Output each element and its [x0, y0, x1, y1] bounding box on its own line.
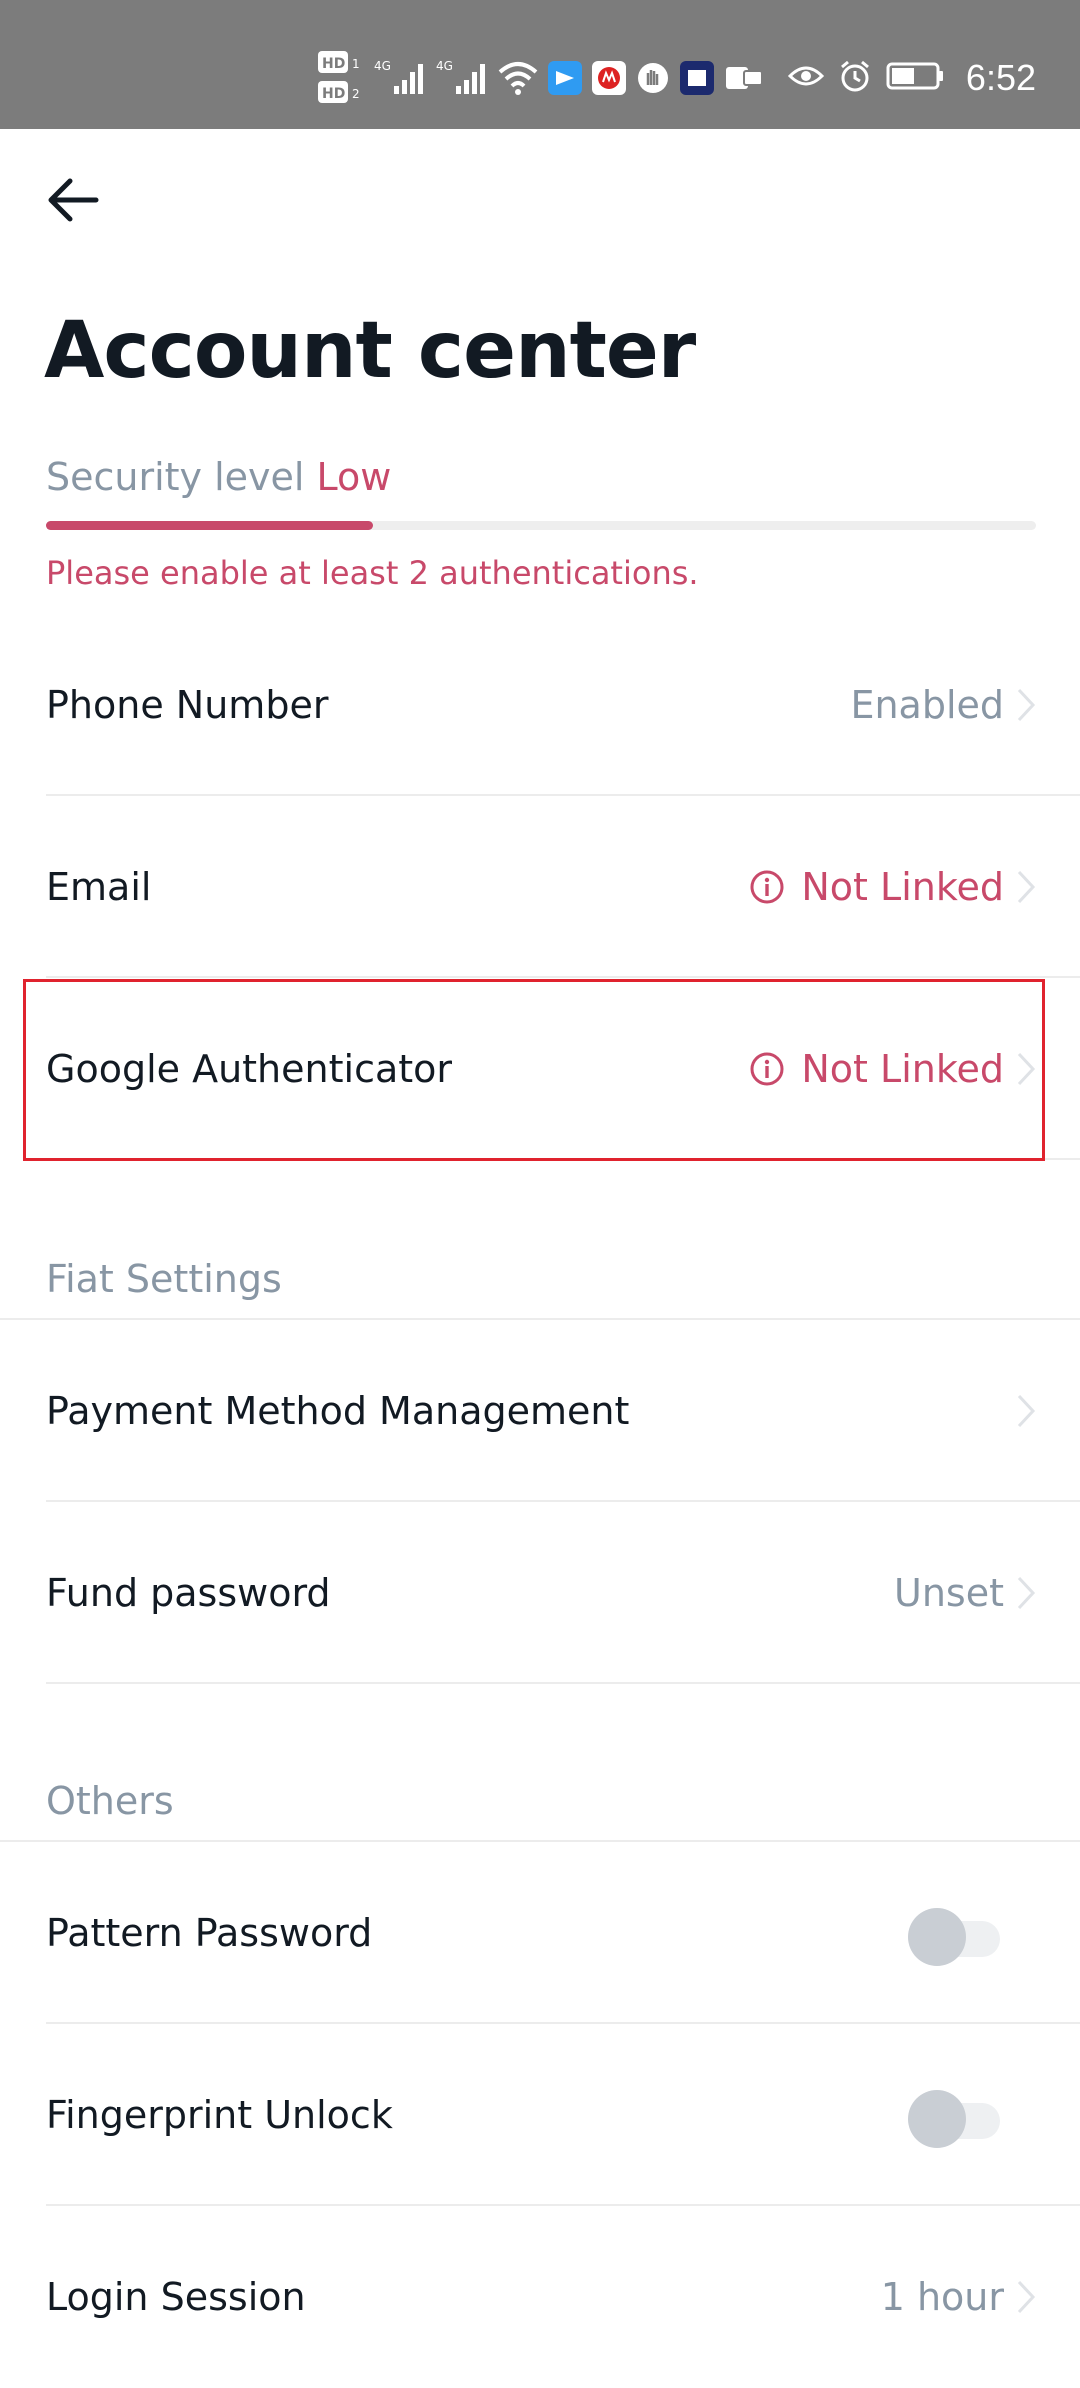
- alarm-icon: [838, 59, 872, 97]
- security-level-value: Low: [316, 455, 392, 499]
- row-right: Enabled: [850, 683, 1036, 727]
- row-label: Login Session: [46, 2275, 306, 2319]
- app-notification-icon: [724, 61, 764, 95]
- row-right: Unset: [894, 1571, 1036, 1615]
- row-login-session[interactable]: Login Session 1 hour: [0, 2206, 1080, 2388]
- status-right: 6:52: [787, 48, 1036, 108]
- svg-text:4G: 4G: [374, 59, 391, 73]
- app-notification-icon: [592, 61, 626, 95]
- divider: [46, 1158, 1080, 1160]
- google-auth-status: Not Linked: [801, 1047, 1004, 1091]
- svg-text:4G: 4G: [436, 59, 453, 73]
- toggle-knob: [908, 1908, 966, 1966]
- chevron-right-icon: [1016, 1575, 1036, 1611]
- chevron-right-icon: [1016, 869, 1036, 905]
- login-session-value: 1 hour: [880, 2275, 1004, 2319]
- eye-icon: [787, 62, 825, 94]
- toggle-knob: [908, 2090, 966, 2148]
- status-bar: HD 1 HD 2 4G 4G 6:52: [0, 0, 1080, 129]
- row-label: Pattern Password: [46, 1911, 373, 1955]
- row-pattern-password[interactable]: Pattern Password: [0, 1842, 1080, 2024]
- row-right: [1016, 1393, 1036, 1429]
- page-title: Account center: [44, 306, 696, 396]
- back-button[interactable]: [46, 160, 126, 240]
- fingerprint-unlock-toggle[interactable]: [908, 2090, 1000, 2148]
- phone-status: Enabled: [850, 683, 1004, 727]
- row-fingerprint-unlock[interactable]: Fingerprint Unlock: [0, 2024, 1080, 2206]
- row-right: 1 hour: [881, 2275, 1036, 2319]
- status-icons: HD 1 HD 2 4G 4G: [318, 48, 764, 108]
- chevron-right-icon: [1016, 1051, 1036, 1087]
- row-right: Not Linked: [749, 1047, 1036, 1091]
- info-icon: [749, 1051, 785, 1087]
- security-warning: Please enable at least 2 authentications…: [46, 554, 699, 592]
- clock: 6:52: [965, 57, 1036, 98]
- chevron-right-icon: [1016, 2279, 1036, 2315]
- svg-text:HD: HD: [322, 56, 345, 72]
- row-label: Payment Method Management: [46, 1389, 630, 1433]
- row-label: Google Authenticator: [46, 1047, 453, 1091]
- security-progress-fill: [46, 521, 373, 530]
- row-label: Email: [46, 865, 152, 909]
- chevron-right-icon: [1016, 1393, 1036, 1429]
- svg-text:HD: HD: [322, 86, 345, 102]
- app-notification-icon: [636, 61, 670, 95]
- row-label: Fingerprint Unlock: [46, 2093, 393, 2137]
- row-payment-method-management[interactable]: Payment Method Management: [0, 1320, 1080, 1502]
- battery-icon: [886, 61, 944, 95]
- row-phone-number[interactable]: Phone Number Enabled: [0, 614, 1080, 796]
- app-notification-icon: [548, 61, 582, 95]
- 4g-signal-icon: 4G: [374, 58, 426, 98]
- svg-text:1: 1: [352, 57, 360, 71]
- wifi-icon: [498, 60, 538, 96]
- row-google-authenticator[interactable]: Google Authenticator Not Linked: [0, 978, 1080, 1160]
- app-notification-icon: [680, 61, 714, 95]
- row-label: Fund password: [46, 1571, 331, 1615]
- 4g-signal-icon: 4G: [436, 58, 488, 98]
- security-level-label: Security level: [46, 455, 305, 499]
- svg-text:2: 2: [352, 87, 360, 101]
- chevron-right-icon: [1016, 687, 1036, 723]
- row-label: Phone Number: [46, 683, 329, 727]
- email-status: Not Linked: [801, 865, 1004, 909]
- hd-icon: HD 1 HD 2: [318, 49, 364, 107]
- row-right: Not Linked: [749, 865, 1036, 909]
- section-header-fiat-settings: Fiat Settings: [46, 1257, 282, 1301]
- arrow-left-icon: [46, 175, 100, 225]
- pattern-password-toggle[interactable]: [908, 1908, 1000, 1966]
- fund-password-status: Unset: [894, 1571, 1004, 1615]
- row-fund-password[interactable]: Fund password Unset: [0, 1502, 1080, 1684]
- divider: [46, 1682, 1080, 1684]
- security-progress-bar: [46, 521, 1036, 530]
- row-email[interactable]: Email Not Linked: [0, 796, 1080, 978]
- section-header-others: Others: [46, 1779, 174, 1823]
- security-level: Security level Low: [46, 458, 391, 496]
- info-icon: [749, 869, 785, 905]
